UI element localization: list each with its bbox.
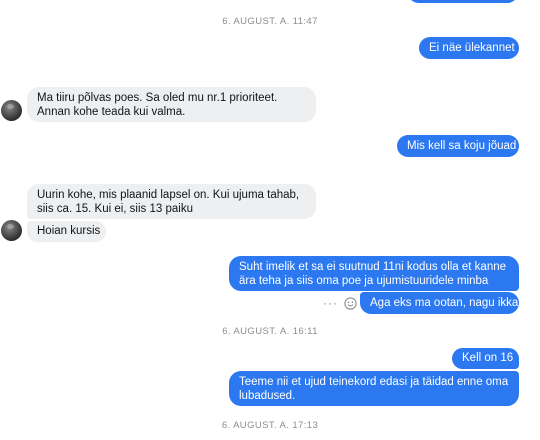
- message-bubble-outgoing[interactable]: Aga eks ma ootan, nagu ikka: [360, 292, 519, 314]
- message-bubble-incoming[interactable]: Hoian kursis: [27, 221, 106, 242]
- more-icon[interactable]: ···: [323, 295, 338, 311]
- message-bubble-outgoing[interactable]: Suht imelik et sa ei suutnud 11ni kodus …: [229, 256, 519, 291]
- emoji-icon[interactable]: [344, 296, 357, 310]
- timestamp: 6. AUGUST. A. 17:13: [221, 420, 319, 431]
- message-bubble-incoming[interactable]: Uurin kohe, mis plaanid lapsel on. Kui u…: [27, 184, 316, 219]
- message-bubble-outgoing[interactable]: Ei näe ülekannet: [419, 37, 519, 59]
- message-bubble-outgoing[interactable]: Teeme nii et ujud teinekord edasi ja täi…: [229, 371, 519, 406]
- message-bubble-outgoing[interactable]: Mis kell sa koju jõuad: [397, 135, 519, 157]
- message-bubble-incoming[interactable]: Ma tiiru põlvas poes. Sa oled mu nr.1 pr…: [27, 87, 316, 122]
- message-bubble-outgoing[interactable]: Kell on 16: [452, 348, 519, 369]
- message-bubble-outgoing-cutoff[interactable]: [407, 0, 519, 3]
- contact-avatar[interactable]: [1, 220, 22, 241]
- timestamp: 6. AUGUST. A. 11:47: [222, 16, 318, 27]
- contact-avatar[interactable]: [1, 100, 22, 121]
- message-actions: ···: [323, 295, 357, 311]
- timestamp: 6. AUGUST. A. 16:11: [222, 326, 318, 337]
